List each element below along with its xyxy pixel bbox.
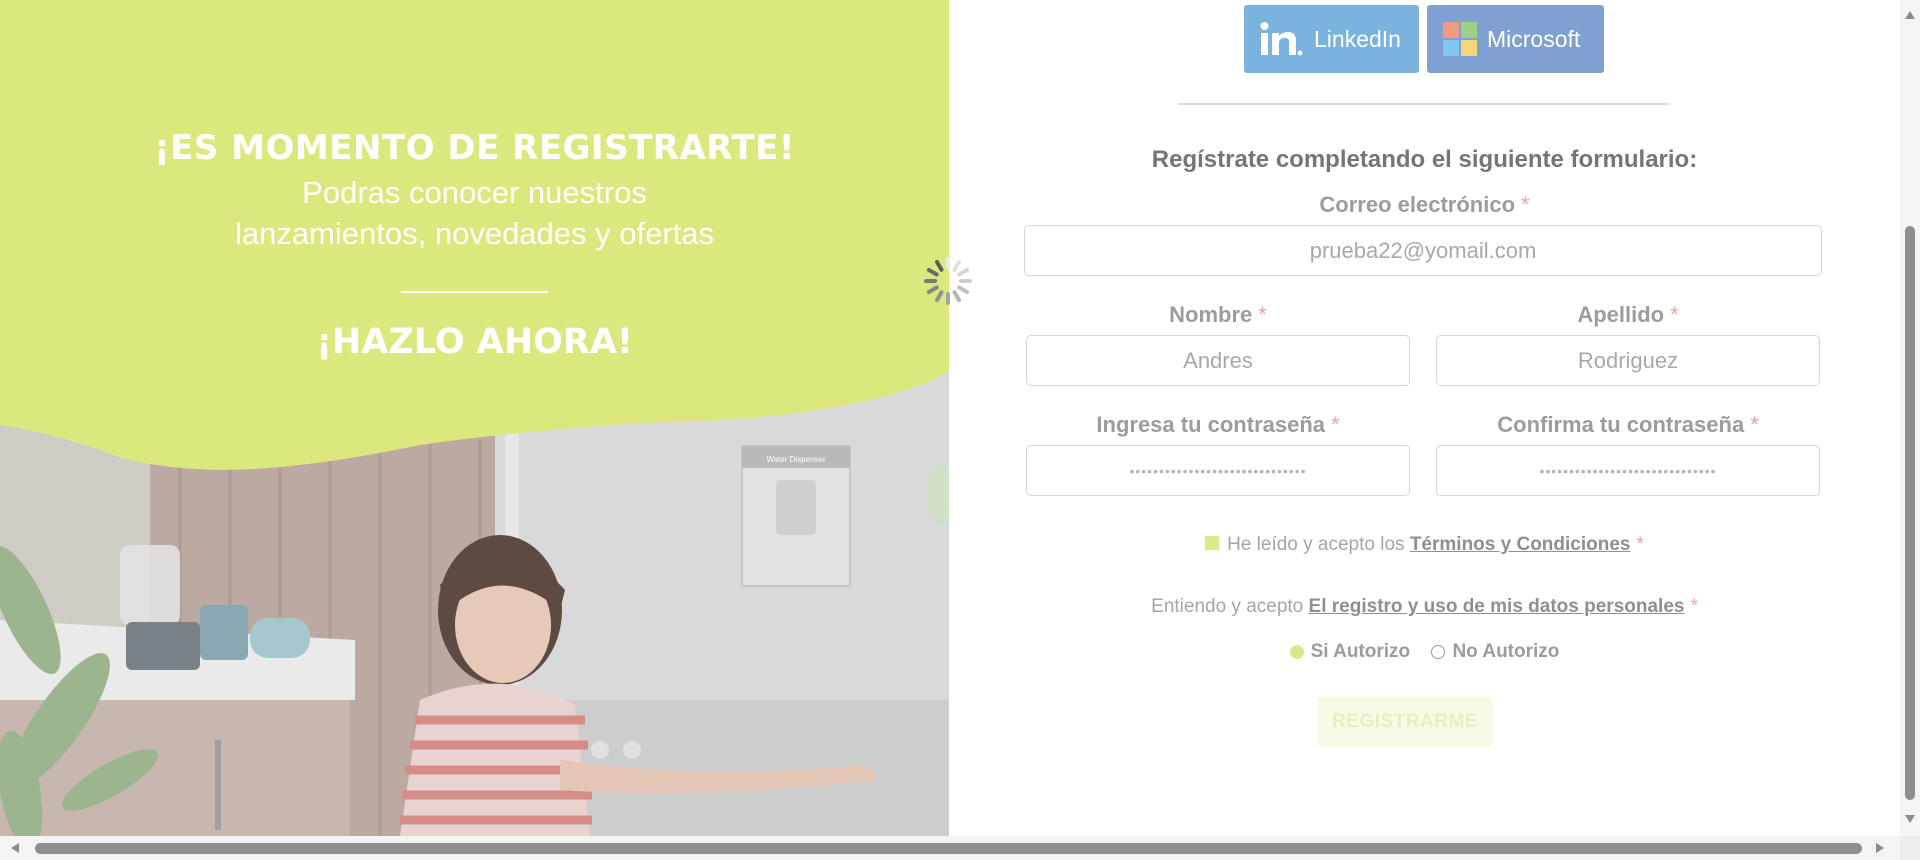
data-policy-link[interactable]: El registro y uso de mis datos personale… [1309, 596, 1685, 617]
hero-panel: Water Dispenser ¡ES MOMENTO DE REGISTRAR… [0, 0, 949, 836]
required-mark: * [1636, 534, 1644, 555]
radio-no-autorizo-label: No Autorizo [1452, 641, 1560, 662]
vertical-scrollbar-thumb[interactable] [1905, 226, 1915, 800]
scroll-up-arrow-icon[interactable] [1905, 11, 1915, 19]
kitchen-photo: Water Dispenser [0, 0, 949, 836]
hero-subtitle-line-2: lanzamientos, novedades y ofertas [234, 216, 715, 251]
radio-si-autorizo[interactable]: Si Autorizo [1289, 641, 1411, 663]
first-name-label-text: Nombre [1169, 302, 1253, 327]
email-label-text: Correo electrónico [1319, 192, 1516, 217]
radio-no-autorizo[interactable]: No Autorizo [1431, 641, 1559, 663]
password-field[interactable] [1026, 445, 1410, 496]
data-policy-prefix: Entiendo y acepto [1151, 596, 1304, 617]
last-name-field[interactable] [1436, 335, 1820, 386]
linkedin-logo-icon [1260, 22, 1303, 56]
required-mark: * [1331, 412, 1340, 437]
register-button[interactable]: REGISTRARME [1317, 697, 1493, 747]
radio-si-autorizo-label: Si Autorizo [1310, 641, 1411, 662]
hero-headline: ¡ES MOMENTO DE REGISTRARTE! [154, 128, 795, 168]
oauth-divider [1178, 103, 1669, 105]
horizontal-scrollbar[interactable] [0, 836, 1900, 860]
confirm-password-label-text: Confirma tu contraseña [1497, 412, 1745, 437]
confirm-password-field[interactable] [1436, 445, 1820, 496]
linkedin-login-label: LinkedIn [1314, 25, 1401, 52]
first-name-field[interactable] [1026, 335, 1410, 386]
authorize-radio-group: Si Autorizo No Autorizo [949, 641, 1900, 665]
linkedin-login-button[interactable]: LinkedIn [1244, 5, 1419, 73]
microsoft-login-button[interactable]: Microsoft [1427, 5, 1604, 73]
registration-panel: LinkedIn Microsoft Regístrate completand… [949, 0, 1900, 836]
microsoft-logo-icon [1443, 22, 1477, 56]
hero-subtitle: Podras conocer nuestros lanzamientos, no… [0, 172, 949, 254]
scroll-left-arrow-icon[interactable] [11, 843, 19, 853]
password-label: Ingresa tu contraseña * [1026, 412, 1410, 438]
email-label: Correo electrónico * [949, 192, 1900, 218]
first-name-label: Nombre * [1026, 302, 1410, 328]
data-policy-row: Entiendo y acepto El registro y uso de m… [949, 596, 1900, 618]
radio-unselected-icon [1431, 645, 1446, 659]
required-mark: * [1670, 302, 1679, 327]
fridge-label: Water Dispenser [766, 455, 826, 464]
scroll-right-arrow-icon[interactable] [1876, 843, 1884, 853]
terms-prefix: He leído y acepto los [1227, 534, 1405, 555]
password-label-text: Ingresa tu contraseña [1096, 412, 1326, 437]
form-title: Regístrate completando el siguiente form… [1151, 146, 1698, 173]
terms-link[interactable]: Términos y Condiciones [1410, 534, 1631, 555]
hero-cta: ¡HAZLO AHORA! [316, 322, 633, 362]
terms-row: He leído y acepto los Términos y Condici… [949, 534, 1900, 556]
required-mark: * [1750, 412, 1759, 437]
vertical-scrollbar[interactable] [1900, 0, 1920, 836]
horizontal-scrollbar-thumb[interactable] [35, 843, 1862, 854]
confirm-password-label: Confirma tu contraseña * [1436, 412, 1820, 438]
hero-subtitle-line-1: Podras conocer nuestros [302, 175, 647, 210]
terms-checkbox[interactable] [1205, 535, 1220, 550]
microsoft-login-label: Microsoft [1487, 25, 1581, 52]
radio-selected-icon [1289, 645, 1304, 659]
required-mark: * [1521, 192, 1530, 217]
required-mark: * [1690, 596, 1698, 617]
scrollbar-corner [1900, 836, 1920, 860]
last-name-label-text: Apellido [1577, 302, 1665, 327]
hero-divider [401, 291, 548, 293]
email-field[interactable] [1024, 225, 1822, 276]
last-name-label: Apellido * [1436, 302, 1820, 328]
scroll-down-arrow-icon[interactable] [1905, 815, 1915, 823]
required-mark: * [1258, 302, 1267, 327]
